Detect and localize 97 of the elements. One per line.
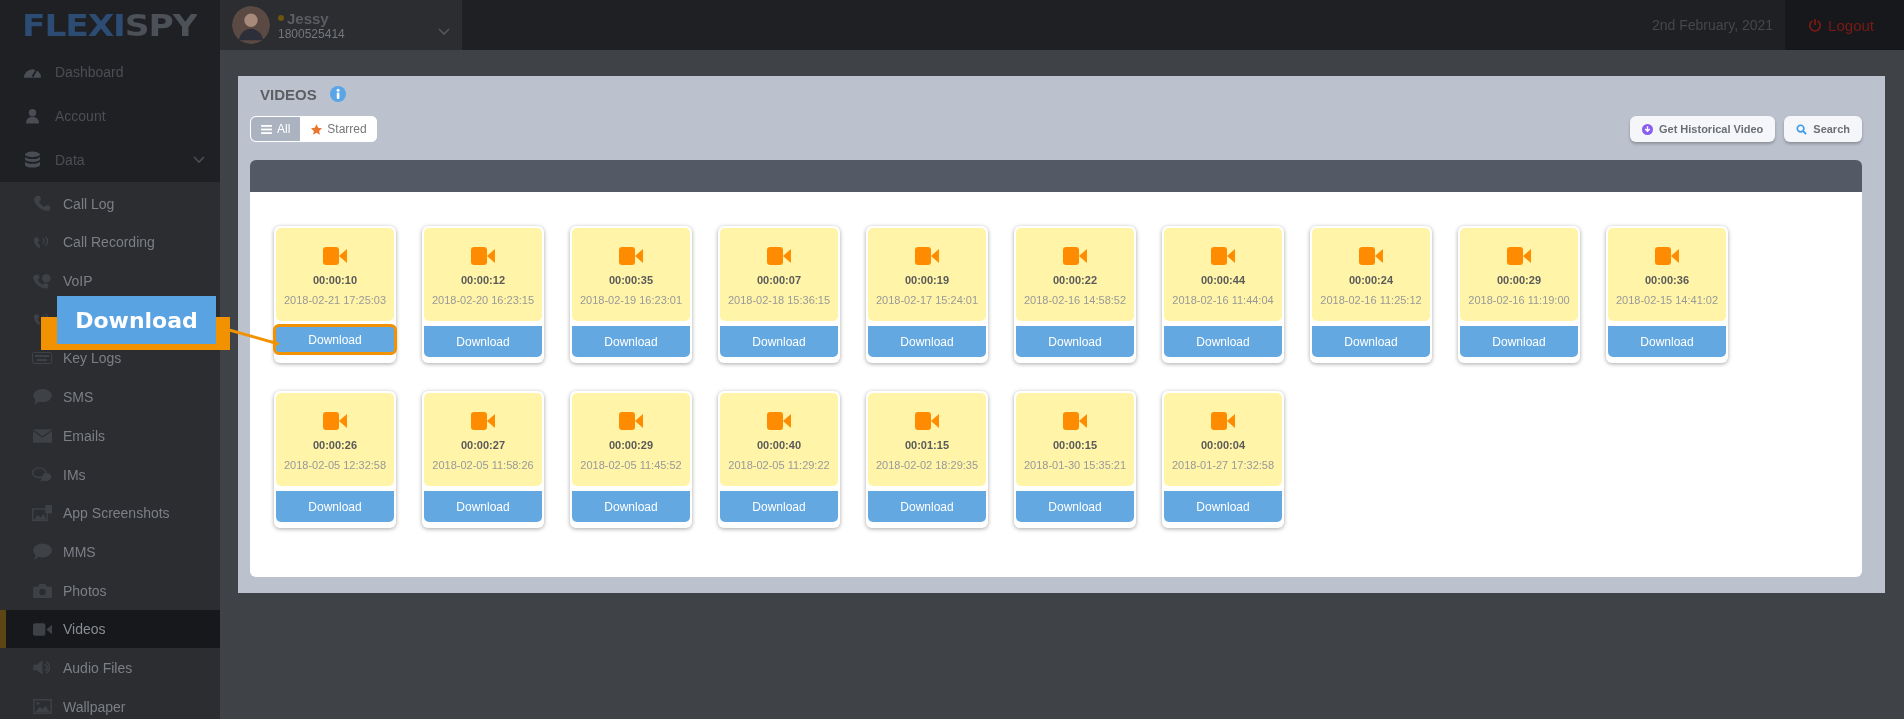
video-timestamp: 2018-02-05 12:32:58 [283, 459, 387, 471]
video-duration: 00:00:44 [1200, 274, 1245, 286]
video-timestamp: 2018-01-27 17:32:58 [1171, 459, 1275, 471]
download-button[interactable]: Download [720, 326, 838, 357]
person-icon [26, 108, 39, 124]
sidebar-item[interactable]: Photos [0, 571, 220, 610]
video-duration: 00:00:36 [1644, 274, 1689, 286]
power-icon [1808, 18, 1823, 32]
video-timestamp: 2018-02-05 11:58:26 [432, 459, 534, 471]
download-button[interactable]: Download [1312, 326, 1430, 357]
video-timestamp: 2018-02-05 11:29:22 [728, 459, 830, 471]
download-button[interactable]: Download [868, 491, 986, 522]
video-camera-icon [1655, 247, 1679, 265]
video-duration: 00:00:24 [1348, 274, 1393, 286]
download-button[interactable]: Download [1460, 326, 1578, 357]
video-timestamp: 2018-02-21 17:25:03 [283, 294, 387, 306]
video-camera-icon [1211, 247, 1235, 265]
sidebar-item[interactable]: Audio Files [0, 648, 220, 687]
video-timestamp: 2018-02-16 11:44:04 [1172, 294, 1274, 306]
video-duration: 00:00:29 [1496, 274, 1541, 286]
download-button[interactable]: Download [276, 491, 394, 522]
video-timestamp: 2018-02-17 15:24:01 [875, 294, 979, 306]
video-duration: 00:00:12 [460, 274, 505, 286]
video-camera-icon [1359, 247, 1383, 265]
video-timestamp: 2018-02-16 14:58:52 [1023, 294, 1127, 306]
database-icon [25, 151, 40, 169]
search-icon [1796, 123, 1808, 135]
sidebar-item[interactable]: Call Log [0, 184, 220, 223]
download-button[interactable]: Download [424, 491, 542, 522]
video-duration: 00:00:29 [608, 439, 653, 451]
video-camera-icon [915, 247, 939, 265]
sidebar-item[interactable]: Videos [0, 610, 220, 649]
filter-tab[interactable]: All [250, 116, 302, 142]
logout-button[interactable]: Logout [1785, 0, 1904, 50]
sidebar-item[interactable]: Emails [0, 416, 220, 455]
video-timestamp: 2018-02-02 18:29:35 [875, 459, 979, 471]
download-button[interactable]: Download [572, 326, 690, 357]
download-button[interactable]: Download [720, 491, 838, 522]
video-camera-icon [915, 412, 939, 430]
star-icon [311, 123, 323, 135]
sidebar-item[interactable]: IMs [0, 455, 220, 494]
sidebar-item[interactable]: App Screenshots [0, 494, 220, 533]
video-duration: 00:00:40 [756, 439, 801, 451]
video-timestamp: 2018-02-19 16:23:01 [579, 294, 683, 306]
video-duration: 00:00:07 [756, 274, 801, 286]
video-camera-icon [767, 247, 791, 265]
sidebar-item[interactable]: Call Recording [0, 223, 220, 262]
video-duration: 00:00:15 [1052, 439, 1097, 451]
video-camera-icon [323, 412, 347, 430]
video-camera-icon [619, 247, 643, 265]
download-button[interactable]: Download [1164, 326, 1282, 357]
video-camera-icon [619, 412, 643, 430]
callout-label: Download [57, 296, 216, 344]
sidebar-item[interactable]: SMS [0, 378, 220, 417]
list-icon [261, 124, 272, 134]
download-button[interactable]: Download [1016, 326, 1134, 357]
video-timestamp: 2018-01-30 15:35:21 [1023, 459, 1127, 471]
video-duration: 00:00:19 [904, 274, 949, 286]
video-camera-icon [1063, 247, 1087, 265]
avatar-icon [232, 6, 270, 44]
video-camera-icon [1211, 412, 1235, 430]
video-camera-icon [471, 412, 495, 430]
download-icon [1641, 123, 1653, 135]
video-timestamp: 2018-02-20 16:23:15 [431, 294, 535, 306]
search-button[interactable]: Search [1784, 116, 1862, 142]
download-button[interactable]: Download [1016, 491, 1134, 522]
video-camera-icon [32, 622, 52, 636]
video-timestamp: 2018-02-05 11:45:52 [580, 459, 682, 471]
video-duration: 00:00:26 [312, 439, 357, 451]
download-button[interactable]: Download [868, 326, 986, 357]
video-timestamp: 2018-02-16 11:19:00 [1468, 294, 1570, 306]
page-title: VIDEOS [260, 85, 317, 103]
device-number: 1800525414 [278, 26, 346, 41]
sidebar-item[interactable]: Wallpaper [0, 687, 220, 719]
video-camera-icon [1063, 412, 1087, 430]
video-duration: 00:00:35 [608, 274, 653, 286]
sidebar-item[interactable]: MMS [0, 532, 220, 571]
video-timestamp: 2018-02-15 14:41:02 [1615, 294, 1719, 306]
get-historical-video-button[interactable]: Get Historical Video [1629, 116, 1776, 142]
video-duration: 00:00:22 [1052, 274, 1097, 286]
download-button[interactable]: Download [572, 491, 690, 522]
video-timestamp: 2018-02-18 15:36:15 [727, 294, 831, 306]
video-duration: 00:00:10 [312, 274, 357, 286]
video-duration: 00:01:15 [904, 439, 949, 451]
chevron-down-icon [438, 28, 450, 36]
video-camera-icon [471, 247, 495, 265]
video-duration: 00:00:04 [1200, 439, 1245, 451]
video-duration: 00:00:27 [460, 439, 505, 451]
video-camera-icon [767, 412, 791, 430]
download-button[interactable]: Download [1608, 326, 1726, 357]
download-button[interactable]: Download [424, 326, 542, 357]
download-button[interactable]: Download [273, 324, 397, 355]
video-camera-icon [1507, 247, 1531, 265]
download-button[interactable]: Download [1164, 491, 1282, 522]
info-icon[interactable] [329, 86, 346, 102]
video-timestamp: 2018-02-16 11:25:12 [1320, 294, 1422, 306]
video-camera-icon [323, 247, 347, 265]
